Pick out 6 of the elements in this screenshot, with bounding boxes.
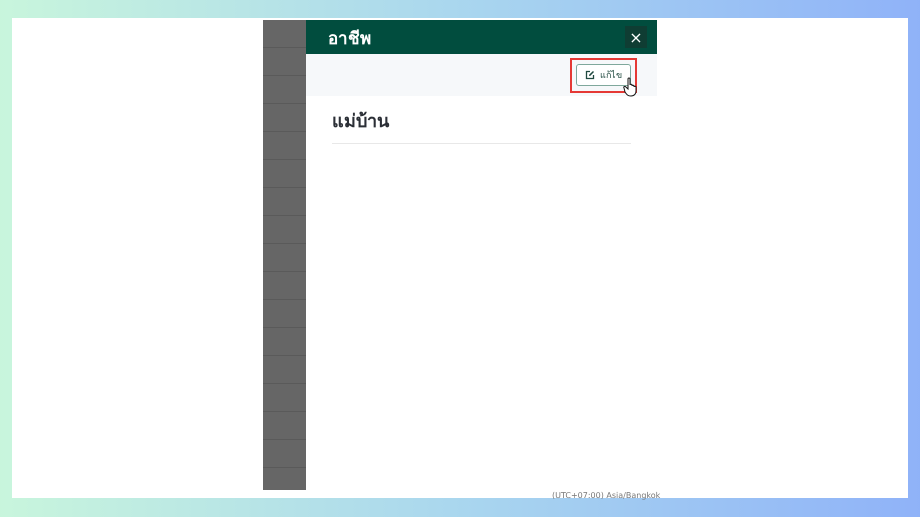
timezone-text: (UTC+07:00) Asia/Bangkok xyxy=(552,491,660,500)
edit-button[interactable]: แก้ไข xyxy=(576,64,631,86)
occupation-value: แม่บ้าน xyxy=(332,106,631,144)
dialog-title: อาชีพ xyxy=(328,28,371,50)
close-button[interactable]: × xyxy=(625,26,647,48)
edit-icon xyxy=(585,70,595,80)
